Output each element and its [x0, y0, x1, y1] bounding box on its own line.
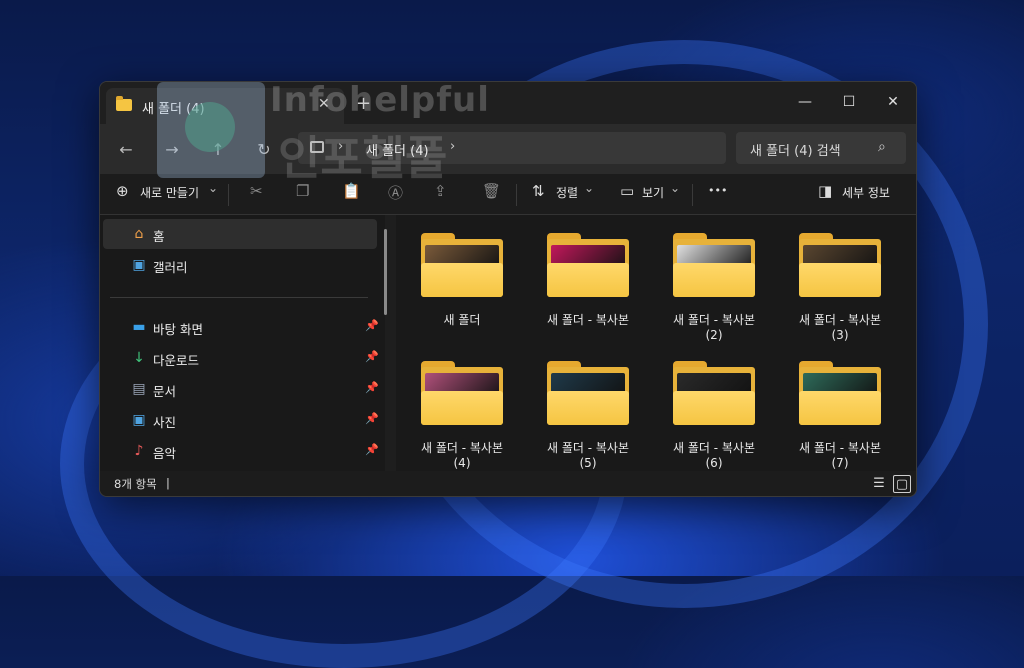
- new-icon: ⊕: [116, 182, 129, 200]
- chevron-down-icon[interactable]: ⌄: [584, 181, 594, 195]
- folder-label: 새 폴더 - 복사본 (2): [672, 313, 755, 342]
- desktop-icon: ▬: [132, 319, 146, 335]
- sidebar-item-documents[interactable]: ▤ 문서 📌: [103, 374, 379, 404]
- view-button[interactable]: 보기: [642, 184, 664, 201]
- watermark-text: Infohelpful: [270, 80, 490, 120]
- details-pane-button[interactable]: 세부 정보: [842, 184, 890, 201]
- sidebar-item-label: 음악: [153, 446, 177, 461]
- folder-icon: [799, 361, 881, 425]
- chevron-down-icon[interactable]: ⌄: [208, 181, 218, 195]
- back-button[interactable]: ←: [114, 137, 138, 161]
- folder-item[interactable]: 새 폴더 - 복사본 (3): [790, 233, 890, 343]
- folder-label: 새 폴더 - 복사본: [546, 313, 629, 327]
- folder-label: 새 폴더 - 복사본 (7): [798, 441, 881, 470]
- picture-icon: ▣: [132, 412, 146, 428]
- pin-icon[interactable]: 📌: [365, 381, 379, 394]
- more-options-button[interactable]: •••: [708, 184, 727, 197]
- folder-icon: [547, 361, 629, 425]
- sidebar-divider: [110, 297, 368, 298]
- download-icon: ↓: [133, 350, 145, 366]
- pin-icon[interactable]: 📌: [365, 412, 379, 425]
- delete-icon[interactable]: 🗑: [482, 182, 501, 200]
- status-bar: 8개 항목 | ☰ ▢: [100, 471, 916, 496]
- sidebar-item-desktop[interactable]: ▬ 바탕 화면 📌: [103, 312, 379, 342]
- folder-label: 새 폴더: [443, 313, 481, 327]
- sidebar-item-label: 갤러리: [153, 260, 188, 275]
- sort-button[interactable]: 정렬: [556, 184, 578, 201]
- watermark-tree-icon: [185, 102, 235, 152]
- folder-icon: [421, 361, 503, 425]
- cut-icon[interactable]: ✂: [250, 182, 263, 200]
- pin-icon[interactable]: 📌: [365, 443, 379, 456]
- toolbar-divider: [228, 184, 229, 206]
- sidebar-item-label: 바탕 화면: [153, 322, 203, 337]
- search-input[interactable]: 새 폴더 (4) 검색: [750, 140, 841, 159]
- folder-item[interactable]: 새 폴더 - 복사본 (6): [664, 361, 764, 471]
- pin-icon[interactable]: 📌: [365, 350, 379, 363]
- details-view-icon[interactable]: ☰: [871, 475, 887, 491]
- status-divider: |: [166, 476, 170, 490]
- folder-icon: [421, 233, 503, 297]
- toolbar-divider: [516, 184, 517, 206]
- sidebar-item-downloads[interactable]: ↓ 다운로드 📌: [103, 343, 379, 373]
- sidebar-scrollbar[interactable]: [384, 229, 387, 315]
- folder-item[interactable]: 새 폴더 - 복사본: [538, 233, 638, 328]
- home-icon: ⌂: [134, 226, 144, 242]
- sort-icon: ⇅: [532, 182, 545, 200]
- folder-icon: [116, 96, 132, 111]
- folder-label: 새 폴더 - 복사본 (5): [546, 441, 629, 470]
- folder-icon: [673, 361, 755, 425]
- folder-icon: [799, 233, 881, 297]
- search-box[interactable]: 새 폴더 (4) 검색 ⌕: [736, 132, 906, 164]
- navigation-pane: ⌂ 홈 ▣ 갤러리 ▬ 바탕 화면 📌 ↓ 다운로드 📌 ▤ 문서 📌 ▣ 사진…: [100, 215, 385, 471]
- watermark-text: 인포헬풀: [278, 131, 448, 185]
- toolbar-divider: [692, 184, 693, 206]
- search-icon: ⌕: [878, 139, 886, 155]
- folder-item[interactable]: 새 폴더 - 복사본 (2): [664, 233, 764, 343]
- sidebar-item-home[interactable]: ⌂ 홈: [103, 219, 377, 249]
- command-bar: ⊕ 새로 만들기 ⌄ ✂ ❐ 📋 Ⓐ ⇪ 🗑 ⇅ 정렬 ⌄ ▭ 보기 ⌄ •••…: [100, 174, 916, 215]
- folder-label: 새 폴더 - 복사본 (3): [798, 313, 881, 342]
- folder-content-area: 새 폴더 새 폴더 - 복사본 새 폴더 - 복사본 (2) 새 폴더 - 복사…: [396, 215, 916, 471]
- minimize-button[interactable]: —: [790, 90, 820, 114]
- maximize-button[interactable]: ☐: [834, 90, 864, 114]
- sidebar-item-label: 홈: [153, 229, 165, 244]
- folder-label: 새 폴더 - 복사본 (4): [420, 441, 503, 470]
- sidebar-item-label: 다운로드: [153, 353, 200, 368]
- folder-icon: [547, 233, 629, 297]
- sidebar-item-label: 사진: [153, 415, 177, 430]
- new-button[interactable]: 새로 만들기: [140, 184, 199, 201]
- folder-item[interactable]: 새 폴더 - 복사본 (7): [790, 361, 890, 471]
- breadcrumb-separator[interactable]: ›: [450, 139, 455, 154]
- sidebar-item-music[interactable]: ♪ 음악 📌: [103, 436, 379, 466]
- folder-label: 새 폴더 - 복사본 (6): [672, 441, 755, 470]
- document-icon: ▤: [132, 381, 146, 397]
- item-count: 8개 항목: [114, 477, 157, 491]
- folder-icon: [673, 233, 755, 297]
- folder-item[interactable]: 새 폴더 - 복사본 (4): [412, 361, 512, 471]
- folder-item[interactable]: 새 폴더 - 복사본 (5): [538, 361, 638, 471]
- sidebar-item-gallery[interactable]: ▣ 갤러리: [103, 250, 377, 280]
- chevron-down-icon[interactable]: ⌄: [670, 181, 680, 195]
- large-icons-view-icon[interactable]: ▢: [893, 475, 911, 493]
- music-icon: ♪: [134, 443, 144, 459]
- gallery-icon: ▣: [132, 257, 146, 273]
- sidebar-item-pictures[interactable]: ▣ 사진 📌: [103, 405, 379, 435]
- view-icon: ▭: [620, 182, 635, 200]
- close-window-button[interactable]: ✕: [878, 90, 908, 114]
- folder-item[interactable]: 새 폴더: [412, 233, 512, 328]
- details-pane-icon: ◨: [818, 182, 833, 200]
- pin-icon[interactable]: 📌: [365, 319, 379, 332]
- sidebar-item-label: 문서: [153, 384, 177, 399]
